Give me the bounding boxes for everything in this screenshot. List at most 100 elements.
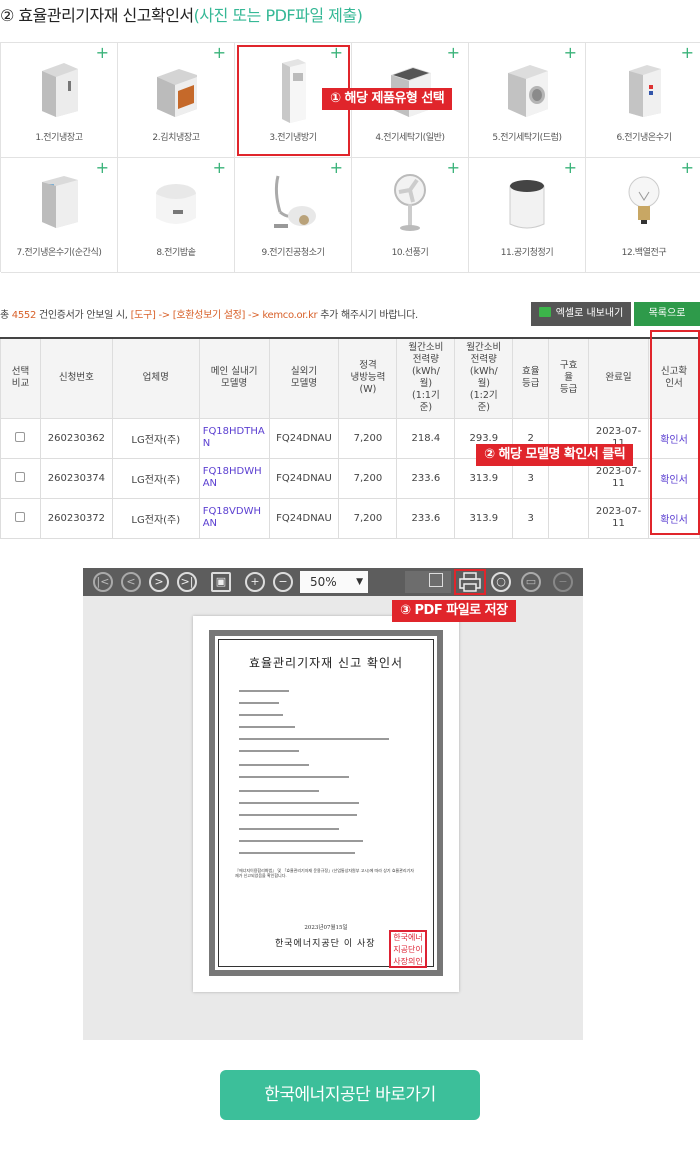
- app-no: 260230374: [39, 457, 113, 499]
- kimchi-refrigerator-icon: [157, 69, 197, 117]
- category-label: 1.전기냉장고: [35, 133, 83, 143]
- cert-text-line: [239, 852, 355, 854]
- compare-checkbox[interactable]: [15, 511, 26, 522]
- notice-tools: [도구]: [130, 310, 156, 321]
- notice-line: 총 4552 건인증서가 안보일 시, [도구] -> [호환성보기 설정] -…: [0, 306, 418, 321]
- header-app-no: 신청번호: [39, 337, 113, 419]
- save-button[interactable]: ▼: [405, 571, 451, 609]
- compare-checkbox[interactable]: [15, 471, 26, 482]
- company: LG전자(주): [111, 497, 200, 539]
- company: LG전자(주): [111, 417, 200, 459]
- print-button[interactable]: [454, 569, 486, 595]
- cert-text-line: [239, 690, 289, 692]
- category-refrigerator[interactable]: + 1.전기냉장고: [1, 43, 118, 158]
- completion-date: 2023-07-11: [588, 497, 649, 539]
- total-prefix: 총: [0, 310, 9, 321]
- close-icon[interactable]: −: [553, 572, 573, 592]
- certificate-frame: 효율관리기자재 신고 확인서 『에너지이용합리화법』 및 「효율관리기자재 운용…: [209, 630, 443, 976]
- header-power-12: 월간소비 전력량 (kWh/ 월) (1:2기 준): [454, 337, 514, 419]
- first-page-icon[interactable]: |<: [93, 572, 113, 592]
- category-label: 2.김치냉장고: [152, 133, 200, 143]
- rice-cooker-icon: [156, 184, 196, 224]
- compare-checkbox[interactable]: [15, 431, 26, 442]
- cert-text-line: [239, 802, 359, 804]
- category-label: 6.전기냉온수기: [616, 133, 672, 143]
- water-cooler-icon: [629, 65, 661, 117]
- export-icon[interactable]: ▭: [521, 572, 541, 592]
- plus-icon: +: [329, 158, 343, 177]
- indoor-model-link[interactable]: FQ18HDTHAN: [198, 417, 270, 459]
- product-category-grid: + 1.전기냉장고 + 2.김치냉장고 + 3.전기냉방기 + 4.전기세탁기(…: [0, 42, 700, 273]
- notice-domain: kemco.or.kr: [262, 310, 318, 321]
- plus-icon: +: [446, 158, 460, 177]
- search-icon[interactable]: ○: [491, 572, 511, 592]
- indoor-model-link[interactable]: FQ18VDWHAN: [198, 497, 270, 539]
- category-label: 4.전기세탁기(일반): [375, 133, 445, 143]
- grade: 3: [512, 497, 550, 539]
- air-purifier-icon: [509, 180, 545, 229]
- export-excel-label: 엑셀로 내보내기: [555, 308, 624, 319]
- indoor-model-link[interactable]: FQ18HDWHAN: [198, 457, 270, 499]
- section-heading-note: (사진 또는 PDF파일 제출): [193, 6, 363, 25]
- category-kimchi-refrigerator[interactable]: + 2.김치냉장고: [118, 43, 235, 158]
- export-excel-button[interactable]: 엑셀로 내보내기: [531, 302, 631, 326]
- header-indoor-model: 메인 실내기 모델명: [198, 337, 270, 419]
- next-page-icon[interactable]: >: [149, 572, 169, 592]
- cert-text-line: [239, 702, 279, 704]
- cert-text-line: [239, 790, 319, 792]
- back-to-list-button[interactable]: 목록으로: [634, 302, 700, 326]
- category-air-purifier[interactable]: + 11.공기청정기: [469, 158, 586, 273]
- header-select: 선택 비교: [0, 337, 41, 419]
- plus-icon: +: [680, 43, 694, 62]
- pdf-page: 효율관리기자재 신고 확인서 『에너지이용합리화법』 및 「효율관리기자재 운용…: [193, 616, 459, 992]
- category-label: 5.전기세탁기(드럼): [492, 133, 562, 143]
- certificate-column-highlight: [650, 330, 700, 535]
- category-label: 8.전기밥솥: [156, 248, 196, 258]
- company: LG전자(주): [111, 457, 200, 499]
- section-heading-title: ② 효율관리기자재 신고확인서: [0, 6, 194, 25]
- washing-machine-drum-icon: [508, 65, 548, 117]
- category-light-bulb[interactable]: + 12.백열전구: [586, 158, 700, 273]
- category-fan[interactable]: + 10.선풍기: [352, 158, 469, 273]
- air-conditioner-icon: [282, 59, 306, 123]
- category-vacuum-cleaner[interactable]: + 9.전기진공청소기: [235, 158, 352, 273]
- category-label: 7.전기냉온수기(순간식): [16, 248, 102, 258]
- pdf-viewer: |< < > >| ▣ + − 50% ▼ ▼ ○ ▭ − 효율관리기자재 신고 …: [83, 568, 583, 1040]
- page-view-icon[interactable]: ▣: [211, 572, 231, 592]
- plus-icon: +: [212, 43, 226, 62]
- certificate-inner: 효율관리기자재 신고 확인서 『에너지이용합리화법』 및 「효율관리기자재 운용…: [218, 639, 434, 968]
- plus-icon: +: [563, 43, 577, 62]
- notice-arrow: ->: [248, 310, 260, 321]
- last-page-icon[interactable]: >|: [177, 572, 197, 592]
- category-washing-machine-drum[interactable]: + 5.전기세탁기(드럼): [469, 43, 586, 158]
- certificate-title: 효율관리기자재 신고 확인서: [248, 656, 404, 670]
- vacuum-cleaner-icon: [274, 175, 316, 228]
- notice-text-end: 추가 해주시기 바랍니다.: [320, 310, 418, 321]
- total-count: 4552: [11, 310, 37, 321]
- cert-text-line: [239, 726, 295, 728]
- cert-text-line: [239, 738, 389, 740]
- category-instant-water-dispenser[interactable]: + 7.전기냉온수기(순간식): [1, 158, 118, 273]
- plus-icon: +: [212, 158, 226, 177]
- chevron-down-icon: ▼: [356, 577, 363, 587]
- category-label: 11.공기청정기: [500, 248, 554, 258]
- prev-page-icon[interactable]: <: [121, 572, 141, 592]
- viewer-toolbar: |< < > >| ▣ + − 50% ▼ ▼ ○ ▭ −: [83, 568, 583, 609]
- plus-icon: +: [95, 43, 109, 62]
- kemco-link-button[interactable]: 한국에너지공단 바로가기: [220, 1070, 480, 1120]
- category-water-cooler[interactable]: + 6.전기냉온수기: [586, 43, 700, 158]
- notice-arrow: ->: [158, 310, 170, 321]
- zoom-in-icon[interactable]: +: [245, 572, 265, 592]
- save-icon: [429, 573, 443, 587]
- outdoor-model: FQ24DNAU: [268, 497, 340, 539]
- old-grade: [548, 497, 590, 539]
- plus-icon: +: [680, 158, 694, 177]
- zoom-select[interactable]: 50% ▼: [300, 571, 368, 593]
- instant-water-dispenser-icon: [42, 176, 78, 228]
- plus-icon: +: [329, 43, 343, 62]
- zoom-out-icon[interactable]: −: [273, 572, 293, 592]
- category-rice-cooker[interactable]: + 8.전기밥솥: [118, 158, 235, 273]
- notice-text: 건인증서가 안보일 시,: [38, 310, 128, 321]
- header-old-grade: 구효 율 등급: [548, 337, 590, 419]
- header-power-11: 월간소비 전력량 (kWh/ 월) (1:1기 준): [396, 337, 456, 419]
